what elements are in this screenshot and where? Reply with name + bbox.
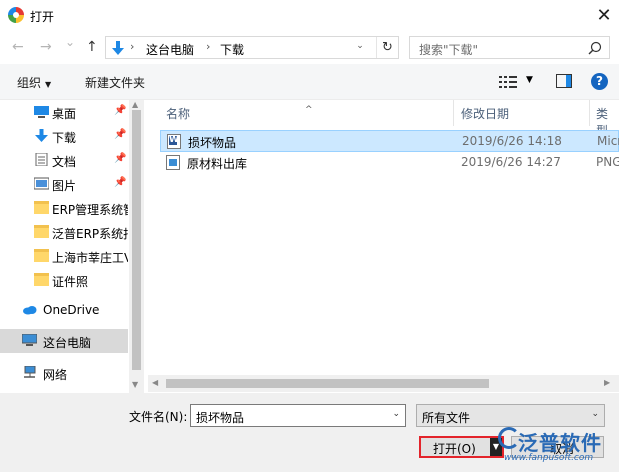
open-button-label: 打开(O): [433, 442, 476, 456]
file-name: 损坏物品: [188, 136, 237, 150]
refresh-button[interactable]: ↻: [376, 37, 398, 58]
filename-input[interactable]: 损坏物品 ⌄: [190, 404, 406, 427]
breadcrumb-separator: ›: [206, 40, 211, 53]
breadcrumb-this-pc[interactable]: 这台电脑: [146, 41, 194, 58]
network-icon: [24, 366, 36, 378]
download-icon: [35, 129, 48, 142]
organize-label: 组织: [17, 76, 42, 90]
chevron-down-icon: ⌄: [591, 409, 599, 419]
back-button[interactable]: ←: [12, 39, 24, 55]
close-button[interactable]: ✕: [589, 0, 619, 31]
folder-icon: [34, 225, 49, 238]
folder-icon: [34, 273, 49, 286]
forward-button[interactable]: →: [40, 39, 52, 55]
sidebar-item-label: 上海市莘庄工V: [52, 251, 128, 265]
sidebar-item-desktop[interactable]: 桌面 📌: [0, 100, 128, 124]
scroll-up-icon[interactable]: ▲: [132, 100, 138, 109]
this-pc-icon: [22, 334, 37, 346]
brand-watermark: 泛普软件 www.fanpusoft.com: [498, 427, 619, 472]
sidebar-item-pictures[interactable]: 图片 📌: [0, 172, 128, 196]
scroll-down-icon[interactable]: ▼: [132, 380, 138, 389]
file-name: 原材料出库: [187, 157, 248, 171]
chevron-down-icon: ▼: [45, 80, 52, 89]
file-type: Micr: [597, 134, 619, 148]
title-bar: 打开 ✕: [0, 0, 619, 31]
filename-label: 文件名(N):: [129, 410, 188, 424]
document-icon: [35, 153, 48, 166]
sidebar-item-shanghai-folder[interactable]: 上海市莘庄工V: [0, 244, 128, 268]
desktop-icon: [34, 106, 49, 118]
search-placeholder: 搜索"下载": [419, 43, 479, 57]
sidebar-item-fanpu-folder[interactable]: 泛普ERP系统报: [0, 220, 128, 244]
sidebar-scrollbar[interactable]: ▲ ▼: [129, 100, 144, 393]
address-dropdown-icon[interactable]: ⌄: [352, 41, 368, 55]
sidebar-item-label: 泛普ERP系统报: [52, 227, 128, 241]
sidebar-item-label: 网络: [43, 368, 68, 382]
command-bar: 组织 ▼ 新建文件夹 ▼ ?: [0, 64, 619, 100]
breadcrumb-separator: ›: [130, 40, 135, 53]
sidebar-item-label: 这台电脑: [43, 336, 92, 350]
sidebar-item-erp-folder[interactable]: ERP管理系统智: [0, 196, 128, 220]
horizontal-scrollbar[interactable]: ◀ ▶: [148, 375, 619, 392]
scrollbar-thumb[interactable]: [132, 110, 141, 370]
file-modified: 2019/6/26 14:27: [461, 155, 561, 169]
sidebar-item-label: 证件照: [52, 275, 89, 289]
search-icon: [588, 41, 602, 55]
pin-icon: 📌: [114, 153, 127, 164]
folder-icon: [34, 201, 49, 214]
scrollbar-thumb[interactable]: [166, 379, 489, 388]
breadcrumb-downloads[interactable]: 下载: [220, 41, 244, 58]
sidebar-item-documents[interactable]: 文档 📌: [0, 148, 128, 172]
app-icon: [8, 7, 24, 23]
sidebar-item-this-pc[interactable]: 这台电脑: [0, 329, 128, 353]
view-options-icon[interactable]: [499, 75, 517, 89]
sidebar-item-label: OneDrive: [43, 303, 100, 317]
word-doc-icon: [167, 134, 181, 149]
filename-value: 损坏物品: [196, 411, 245, 425]
navigation-bar: ← → ⌄ ↑ › 这台电脑 › 下载 ⌄ ↻ 搜索"下载": [0, 32, 619, 62]
search-input[interactable]: 搜索"下载": [409, 36, 610, 59]
png-image-icon: [166, 155, 180, 170]
sidebar-item-id-photo-folder[interactable]: 证件照: [0, 268, 128, 292]
sort-ascending-icon: ^: [305, 105, 313, 115]
file-type: PNG: [596, 155, 619, 169]
column-modified[interactable]: 修改日期: [461, 105, 509, 122]
recent-locations-button[interactable]: ⌄: [65, 35, 75, 49]
file-row[interactable]: 损坏物品 2019/6/26 14:18 Micr: [160, 130, 619, 152]
pin-icon: 📌: [114, 105, 127, 116]
folder-icon: [34, 249, 49, 262]
sidebar-item-downloads[interactable]: 下载 📌: [0, 124, 128, 148]
sidebar-item-network[interactable]: 网络: [0, 361, 128, 385]
view-options-dropdown[interactable]: ▼: [526, 75, 533, 85]
new-folder-button[interactable]: 新建文件夹: [85, 74, 145, 91]
sidebar-item-label: ERP管理系统智: [52, 203, 128, 217]
file-row[interactable]: 原材料出库 2019/6/26 14:27 PNG: [160, 152, 619, 174]
column-headers: ^ 名称 修改日期 类型: [148, 100, 619, 138]
pin-icon: 📌: [114, 177, 127, 188]
sidebar-item-onedrive[interactable]: OneDrive: [0, 298, 128, 322]
download-arrow-icon: [112, 41, 124, 55]
window-title: 打开: [30, 10, 55, 24]
help-icon[interactable]: ?: [591, 73, 608, 90]
open-button[interactable]: 打开(O) ▼: [419, 436, 504, 458]
scroll-left-icon[interactable]: ◀: [152, 378, 158, 387]
up-button[interactable]: ↑: [86, 39, 98, 55]
address-bar[interactable]: › 这台电脑 › 下载 ⌄ ↻: [105, 36, 399, 59]
file-list: ^ 名称 修改日期 类型 损坏物品 2019/6/26 14:18 Micr 原…: [148, 100, 619, 393]
chevron-down-icon[interactable]: ⌄: [392, 409, 400, 419]
filetype-select[interactable]: 所有文件 ⌄: [416, 404, 605, 427]
file-modified: 2019/6/26 14:18: [462, 134, 562, 148]
brand-name: 泛普软件: [518, 431, 602, 455]
brand-logo-icon: [498, 427, 520, 449]
pin-icon: 📌: [114, 129, 127, 140]
organize-button[interactable]: 组织 ▼: [17, 74, 51, 91]
column-name[interactable]: 名称: [166, 105, 190, 122]
onedrive-icon: [23, 306, 37, 315]
pictures-icon: [34, 177, 49, 190]
scroll-right-icon[interactable]: ▶: [604, 378, 610, 387]
brand-url: www.fanpusoft.com: [504, 453, 594, 463]
navigation-pane: 桌面 📌 下载 📌 文档 📌 图片 📌 ERP管理系统智 泛普ERP系统报 上海…: [0, 100, 144, 393]
filetype-value: 所有文件: [422, 411, 471, 425]
preview-pane-icon[interactable]: [556, 74, 572, 88]
